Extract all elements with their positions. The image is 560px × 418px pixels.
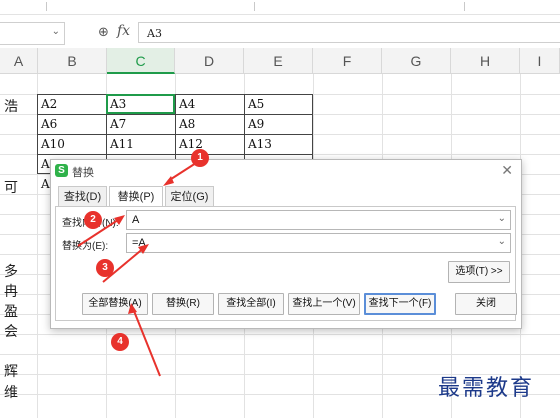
- tab-find[interactable]: 查找(D): [58, 186, 107, 207]
- top-ruler: [0, 0, 560, 15]
- tab-replace[interactable]: 替换(P): [109, 186, 163, 208]
- table-cell[interactable]: A5: [248, 97, 264, 111]
- replace-input-value: =A: [132, 237, 146, 249]
- find-all-button[interactable]: 查找全部(I): [218, 293, 284, 315]
- chevron-down-icon[interactable]: ⌄: [498, 213, 506, 224]
- table-cell[interactable]: A7: [110, 117, 126, 131]
- wps-logo-icon: S: [55, 164, 68, 177]
- ruler-tick: [464, 2, 471, 11]
- formula-bar: ⌄ ⊕ fx A3: [0, 18, 560, 48]
- column-a-text: 盈: [4, 304, 18, 320]
- chevron-down-icon[interactable]: ⌄: [498, 236, 506, 247]
- table-cell[interactable]: A11: [110, 137, 134, 151]
- replace-panel: 查找内容(N): A ⌄ 替换为(E): =A ⌄ 选项(T) >> 全部替换(…: [55, 206, 517, 321]
- find-next-button[interactable]: 查找下一个(F): [364, 293, 436, 315]
- column-a-text: 多: [4, 264, 18, 280]
- column-a-text: 冉: [4, 284, 18, 300]
- column-a-text: 维: [4, 385, 18, 401]
- column-a-text: 可: [4, 180, 18, 196]
- annotation-badge-1: 1: [191, 149, 209, 167]
- annotation-badge-3: 3: [96, 259, 114, 277]
- options-button[interactable]: 选项(T) >>: [448, 261, 510, 283]
- column-header-a[interactable]: A: [0, 48, 38, 74]
- tab-goto[interactable]: 定位(G): [165, 186, 214, 207]
- fx-icon[interactable]: fx: [117, 23, 130, 39]
- column-header-f[interactable]: F: [313, 48, 382, 74]
- table-cell[interactable]: A9: [248, 117, 264, 131]
- annotation-badge-2: 2: [84, 211, 102, 229]
- column-header-c[interactable]: C: [107, 48, 175, 74]
- find-input[interactable]: A ⌄: [126, 210, 511, 230]
- dialog-title-bar[interactable]: S 替换 ✕: [51, 160, 521, 182]
- close-icon[interactable]: ✕: [501, 162, 513, 179]
- table-cell[interactable]: A6: [41, 117, 57, 131]
- column-a-text: 浩: [4, 99, 18, 115]
- column-a-text: 辉: [4, 364, 18, 380]
- table-cell[interactable]: A10: [41, 137, 65, 151]
- column-header-e[interactable]: E: [244, 48, 313, 74]
- dialog-title: 替换: [72, 167, 94, 179]
- formula-input[interactable]: A3: [138, 22, 560, 43]
- name-box[interactable]: ⌄: [0, 22, 65, 45]
- column-header-d[interactable]: D: [175, 48, 244, 74]
- annotation-badge-4: 4: [111, 333, 129, 351]
- column-a-text: 会: [4, 324, 18, 340]
- replace-label: 替换为(E):: [62, 241, 109, 252]
- column-header-g[interactable]: G: [382, 48, 451, 74]
- find-input-value: A: [132, 214, 140, 226]
- table-cell[interactable]: A8: [179, 117, 195, 131]
- zoom-icon[interactable]: ⊕: [98, 24, 109, 40]
- column-header-i[interactable]: I: [520, 48, 560, 74]
- table-cell[interactable]: A: [41, 177, 50, 191]
- watermark: 最需教育: [438, 376, 535, 401]
- table-cell[interactable]: A2: [41, 97, 57, 111]
- replace-dialog: S 替换 ✕ 查找(D) 替换(P) 定位(G) 查找内容(N): A ⌄ 替换…: [50, 159, 522, 329]
- replace-button[interactable]: 替换(R): [152, 293, 214, 315]
- table-cell[interactable]: A: [41, 157, 50, 171]
- chevron-down-icon[interactable]: ⌄: [52, 26, 60, 37]
- find-previous-button[interactable]: 查找上一个(V): [288, 293, 360, 315]
- close-button[interactable]: 关闭: [455, 293, 517, 315]
- table-cell[interactable]: A3: [110, 97, 126, 111]
- column-header-b[interactable]: B: [38, 48, 107, 74]
- ruler-tick: [46, 2, 53, 11]
- replace-all-button[interactable]: 全部替换(A): [82, 293, 148, 315]
- column-header-h[interactable]: H: [451, 48, 520, 74]
- ruler-tick: [254, 2, 261, 11]
- table-cell[interactable]: A4: [179, 97, 195, 111]
- replace-input[interactable]: =A ⌄: [126, 233, 511, 253]
- table-cell[interactable]: A13: [248, 137, 272, 151]
